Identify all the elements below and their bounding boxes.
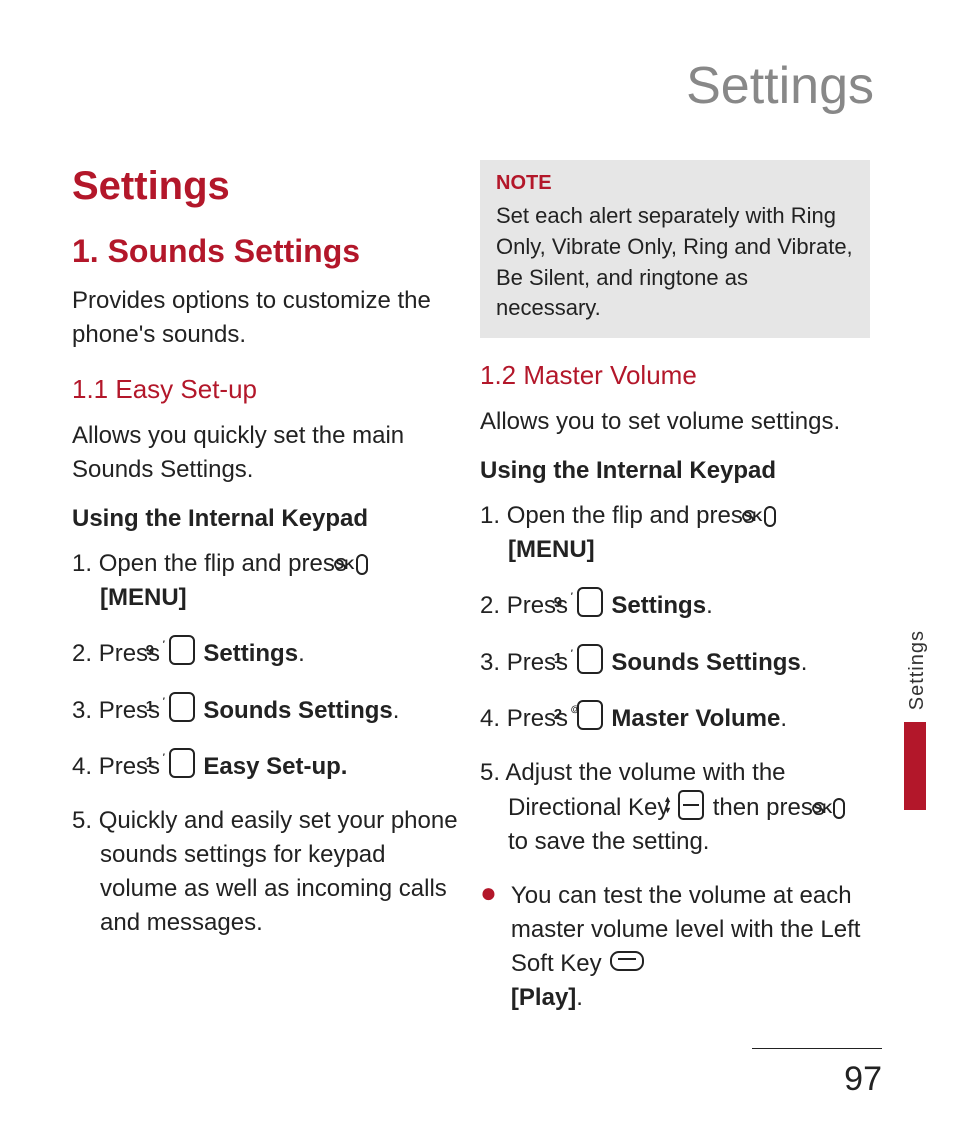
page-heading: Settings: [686, 56, 874, 116]
step-2: Press Settings.: [480, 587, 870, 623]
bullet-item: ● You can test the volume at each master…: [480, 879, 870, 1015]
left-column: Settings 1. Sounds Settings Provides opt…: [72, 160, 462, 960]
step-label: Sounds Settings: [611, 649, 800, 676]
bullet-label: [Play]: [511, 984, 576, 1011]
step-text: Press: [507, 705, 575, 732]
key-2-icon: [577, 700, 603, 730]
step-text: Open the flip and press: [99, 550, 354, 577]
directional-key-icon: [678, 790, 704, 820]
side-tab: Settings: [906, 630, 926, 810]
step-2: Press Settings.: [72, 635, 462, 671]
ok-key-icon: OK: [833, 798, 845, 819]
step-text: Press: [99, 697, 167, 724]
step-label: [MENU]: [100, 581, 462, 615]
heading-master-volume: 1.2 Master Volume: [480, 360, 870, 391]
note-label: NOTE: [496, 172, 854, 195]
key-9-icon: [577, 587, 603, 617]
step-1: Open the flip and press OK [MENU]: [480, 499, 870, 567]
ok-key-icon: OK: [356, 554, 368, 575]
key-1-icon: [577, 644, 603, 674]
step-label: Sounds Settings: [203, 697, 392, 724]
key-9-icon: [169, 635, 195, 665]
step-5: Quickly and easily set your phone sounds…: [72, 804, 462, 940]
heading-easy-setup: 1.1 Easy Set-up: [72, 374, 462, 405]
side-tab-label: Settings: [906, 630, 929, 710]
step-text: to save the setting.: [508, 828, 709, 855]
left-soft-key-icon: [610, 951, 644, 971]
step-label: Easy Set-up.: [203, 753, 347, 780]
side-tab-bar: [904, 722, 926, 810]
step-label: Settings: [611, 592, 706, 619]
step-4: Press Easy Set-up.: [72, 748, 462, 784]
note-box: NOTE Set each alert separately with Ring…: [480, 160, 870, 338]
key-1-icon: [169, 748, 195, 778]
step-1: Open the flip and press OK [MENU]: [72, 547, 462, 615]
step-text: Press: [99, 753, 167, 780]
step-label: Master Volume: [611, 705, 780, 732]
keypad-heading-right: Using the Internal Keypad: [480, 457, 870, 485]
step-text: Press: [99, 640, 167, 667]
easy-setup-steps: Open the flip and press OK [MENU] Press …: [72, 547, 462, 940]
heading-settings: Settings: [72, 164, 462, 209]
right-column: NOTE Set each alert separately with Ring…: [480, 160, 870, 1033]
note-text: Set each alert separately with Ring Only…: [496, 201, 854, 324]
heading-sounds-settings: 1. Sounds Settings: [72, 233, 462, 270]
bullet-text: You can test the volume at each master v…: [511, 882, 861, 977]
page-number-rule: [752, 1048, 882, 1049]
step-text: Open the flip and press: [507, 502, 762, 529]
master-volume-intro: Allows you to set volume settings.: [480, 405, 870, 439]
step-text: Press: [507, 649, 575, 676]
bullet-dot-icon: ●: [480, 879, 497, 1015]
easy-setup-intro: Allows you quickly set the main Sounds S…: [72, 419, 462, 487]
step-3: Press Sounds Settings.: [72, 692, 462, 728]
step-5: Adjust the volume with the Directional K…: [480, 756, 870, 859]
master-volume-steps: Open the flip and press OK [MENU] Press …: [480, 499, 870, 859]
step-text: Press: [507, 592, 575, 619]
step-4: Press Master Volume.: [480, 700, 870, 736]
keypad-heading-left: Using the Internal Keypad: [72, 505, 462, 533]
step-label: Settings: [203, 640, 298, 667]
page-number: 97: [844, 1060, 882, 1099]
sounds-intro: Provides options to customize the phone'…: [72, 284, 462, 352]
ok-key-icon: OK: [764, 506, 776, 527]
key-1-icon: [169, 692, 195, 722]
step-text: Quickly and easily set your phone sounds…: [99, 807, 458, 936]
step-3: Press Sounds Settings.: [480, 644, 870, 680]
step-label: [MENU]: [508, 533, 870, 567]
